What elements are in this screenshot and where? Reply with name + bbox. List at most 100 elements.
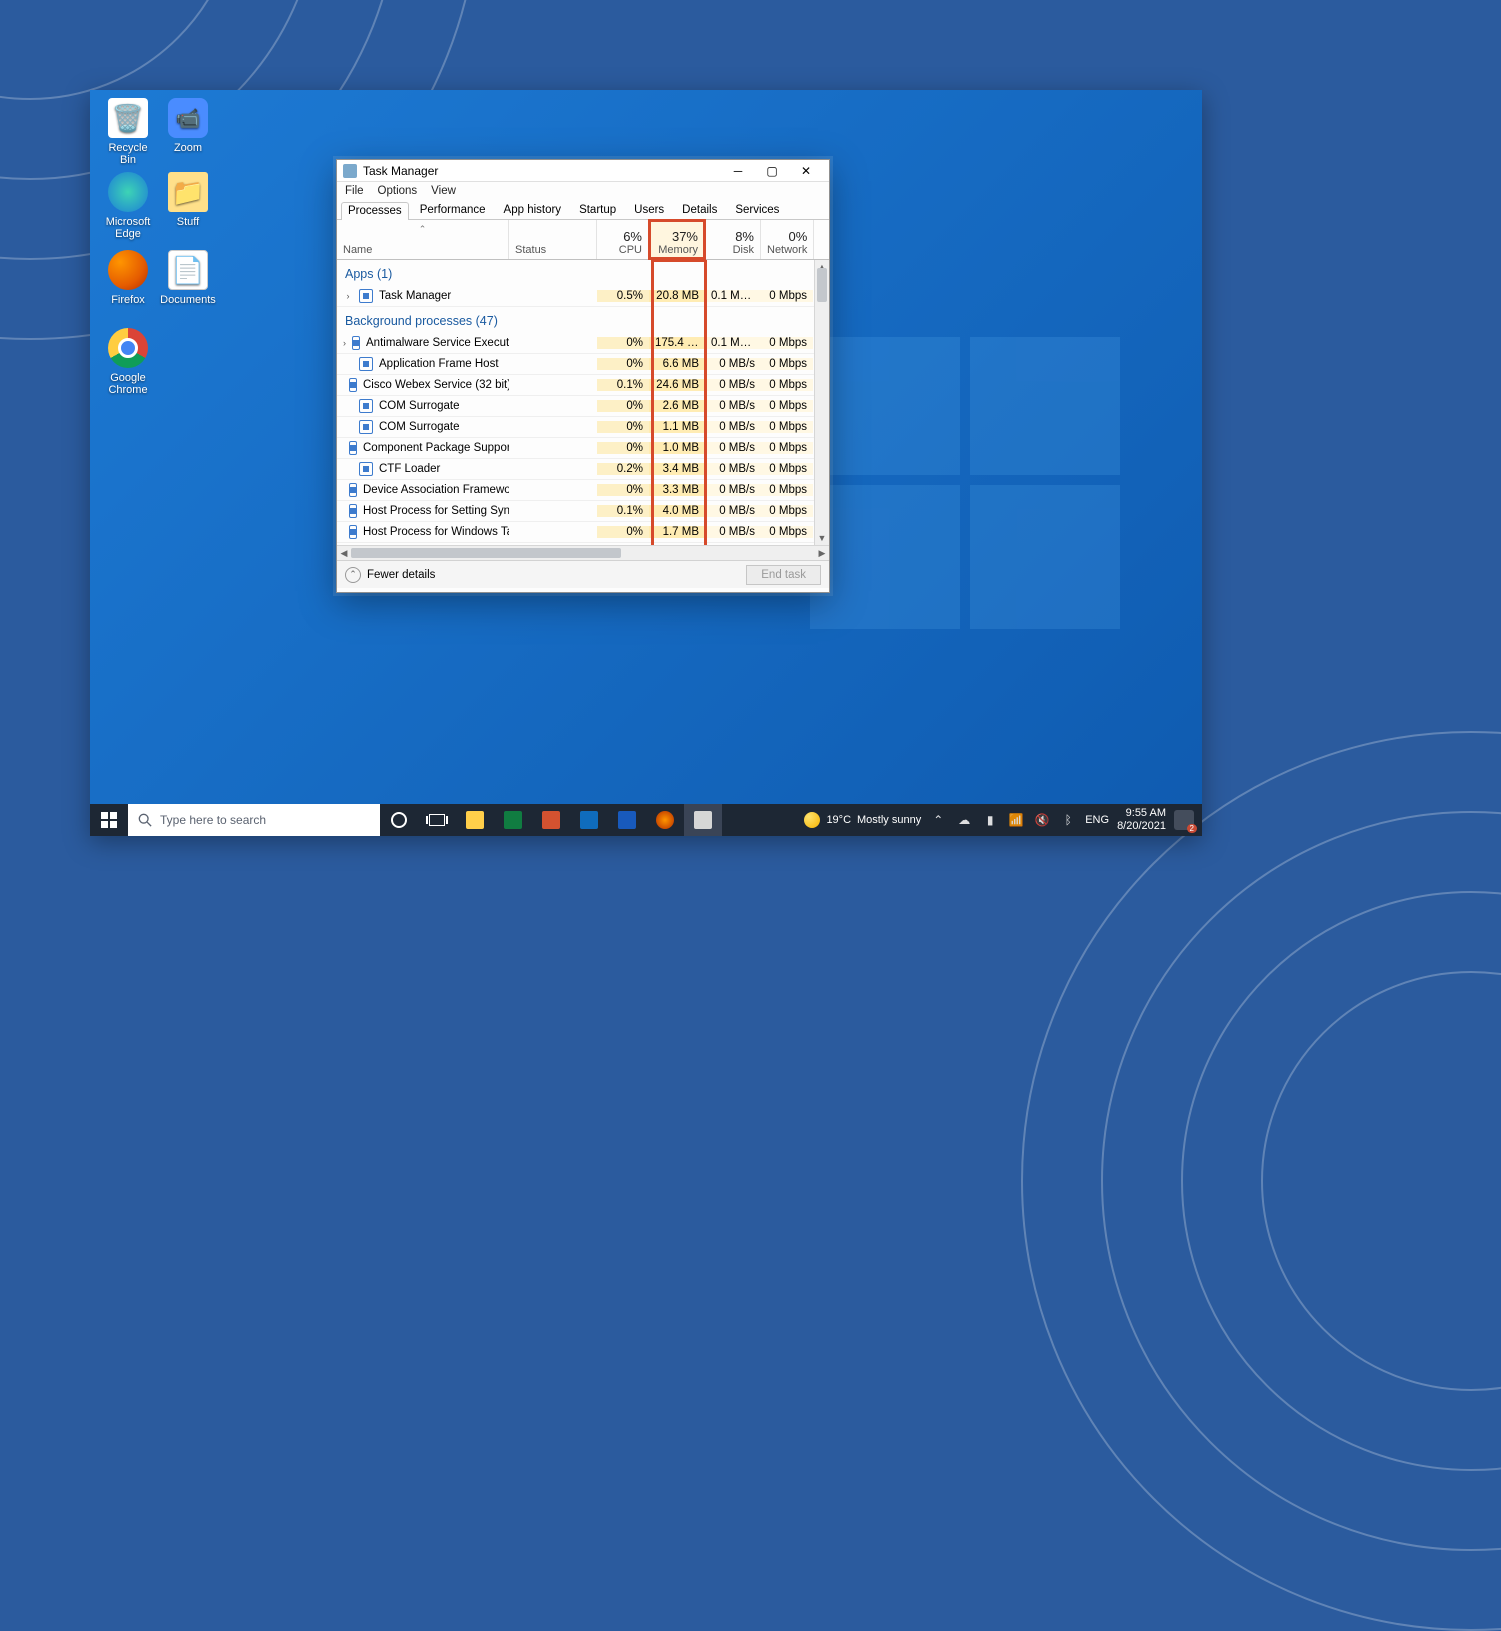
desktop-icon-documents[interactable]: 📄Documents: [160, 250, 216, 306]
col-network[interactable]: 0%Network: [761, 220, 814, 259]
cell-cpu: 0%: [597, 358, 649, 370]
tab-services[interactable]: Services: [728, 201, 786, 219]
fewer-details-toggle[interactable]: ⌃Fewer details: [345, 567, 435, 583]
col-name[interactable]: ⌃Name: [337, 220, 509, 259]
expand-chevron-icon[interactable]: ›: [343, 338, 346, 348]
process-icon: [352, 336, 360, 350]
process-row[interactable]: COM Surrogate0%2.6 MB0 MB/s0 Mbps: [337, 396, 829, 417]
cell-memory: 1.1 MB: [649, 421, 705, 433]
vertical-scrollbar[interactable]: ▲▼: [814, 260, 829, 545]
windows-logo-wallpaper: [810, 337, 1120, 629]
search-placeholder: Type here to search: [160, 813, 266, 827]
tab-startup[interactable]: Startup: [572, 201, 623, 219]
start-button[interactable]: [90, 804, 128, 836]
cell-disk: 0 MB/s: [705, 505, 761, 517]
cell-disk: 0 MB/s: [705, 421, 761, 433]
taskbar-firefox[interactable]: [646, 804, 684, 836]
process-row[interactable]: Device Association Framework ...0%3.3 MB…: [337, 480, 829, 501]
process-row[interactable]: ›Task Manager0.5%20.8 MB0.1 MB/s0 Mbps: [337, 286, 829, 307]
process-icon: [359, 289, 373, 303]
process-row[interactable]: COM Surrogate0%1.1 MB0 MB/s0 Mbps: [337, 417, 829, 438]
group-header[interactable]: Background processes (47): [337, 307, 829, 333]
cell-cpu: 0.5%: [597, 290, 649, 302]
desktop-icon-chrome[interactable]: Google Chrome: [100, 328, 156, 396]
column-headers: ⌃Name Status 6%CPU 37%Memory 8%Disk 0%Ne…: [337, 220, 829, 260]
tab-processes[interactable]: Processes: [341, 202, 409, 220]
col-cpu[interactable]: 6%CPU: [597, 220, 649, 259]
horizontal-scrollbar[interactable]: ◀▶: [337, 545, 829, 560]
end-task-button[interactable]: End task: [746, 565, 821, 585]
process-icon: [349, 525, 357, 539]
cell-cpu: 0%: [597, 442, 649, 454]
desktop-icon-stuff[interactable]: 📁Stuff: [160, 172, 216, 228]
tab-performance[interactable]: Performance: [413, 201, 493, 219]
cell-network: 0 Mbps: [761, 526, 813, 538]
process-row[interactable]: Cisco Webex Service (32 bit)0.1%24.6 MB0…: [337, 375, 829, 396]
tray-chevron-icon[interactable]: ⌃: [929, 811, 947, 829]
tray-language[interactable]: ENG: [1085, 814, 1109, 826]
process-row[interactable]: Host Process for Windows Tasks0%1.7 MB0 …: [337, 522, 829, 543]
taskbar-excel[interactable]: [494, 804, 532, 836]
tray-clock[interactable]: 9:55 AM 8/20/2021: [1117, 807, 1166, 832]
close-button[interactable]: ✕: [789, 160, 823, 182]
cell-disk: 0 MB/s: [705, 526, 761, 538]
taskbar-powerpoint[interactable]: [532, 804, 570, 836]
process-name: COM Surrogate: [379, 421, 460, 433]
system-tray: 19°C Mostly sunny ⌃ ☁ ▮ 📶 🔇 ᛒ ENG 9:55 A…: [796, 804, 1202, 836]
weather-widget[interactable]: 19°C Mostly sunny: [804, 812, 921, 828]
process-row[interactable]: ›Antimalware Service Executable0%175.4 M…: [337, 333, 829, 354]
tab-users[interactable]: Users: [627, 201, 671, 219]
tab-app-history[interactable]: App history: [497, 201, 569, 219]
cell-network: 0 Mbps: [761, 505, 813, 517]
col-memory[interactable]: 37%Memory: [649, 220, 705, 259]
cell-memory: 3.3 MB: [649, 484, 705, 496]
desktop-icon-firefox[interactable]: Firefox: [100, 250, 156, 306]
cell-disk: 0 MB/s: [705, 379, 761, 391]
col-status[interactable]: Status: [509, 220, 597, 259]
titlebar[interactable]: Task Manager ─ ▢ ✕: [337, 160, 829, 182]
task-manager-window: Task Manager ─ ▢ ✕ File Options View Pro…: [336, 159, 830, 593]
taskbar-outlook[interactable]: [570, 804, 608, 836]
tray-battery-icon[interactable]: ▮: [981, 811, 999, 829]
sun-icon: [804, 812, 820, 828]
cell-cpu: 0%: [597, 421, 649, 433]
taskbar-explorer[interactable]: [456, 804, 494, 836]
process-row[interactable]: CTF Loader0.2%3.4 MB0 MB/s0 Mbps: [337, 459, 829, 480]
tray-onedrive-icon[interactable]: ☁: [955, 811, 973, 829]
minimize-button[interactable]: ─: [721, 160, 755, 182]
maximize-button[interactable]: ▢: [755, 160, 789, 182]
tray-volume-icon[interactable]: 🔇: [1033, 811, 1051, 829]
menu-options[interactable]: Options: [378, 185, 418, 197]
action-center-button[interactable]: 2: [1174, 810, 1194, 830]
process-row[interactable]: Application Frame Host0%6.6 MB0 MB/s0 Mb…: [337, 354, 829, 375]
menu-file[interactable]: File: [345, 185, 364, 197]
process-icon: [359, 399, 373, 413]
cell-network: 0 Mbps: [761, 484, 813, 496]
col-disk[interactable]: 8%Disk: [705, 220, 761, 259]
desktop-icon-edge[interactable]: Microsoft Edge: [100, 172, 156, 240]
process-icon: [349, 441, 357, 455]
process-name: Task Manager: [379, 290, 451, 302]
menu-view[interactable]: View: [431, 185, 456, 197]
tray-wifi-icon[interactable]: 📶: [1007, 811, 1025, 829]
cell-disk: 0 MB/s: [705, 400, 761, 412]
tab-details[interactable]: Details: [675, 201, 724, 219]
task-view-button[interactable]: [418, 804, 456, 836]
cell-cpu: 0%: [597, 526, 649, 538]
process-name: COM Surrogate: [379, 400, 460, 412]
desktop-icon-recycle-bin[interactable]: 🗑️Recycle Bin: [100, 98, 156, 166]
search-input[interactable]: Type here to search: [128, 804, 380, 836]
process-icon: [349, 378, 357, 392]
taskbar-task-manager[interactable]: [684, 804, 722, 836]
process-name: Application Frame Host: [379, 358, 499, 370]
group-header[interactable]: Apps (1): [337, 260, 829, 286]
cell-disk: 0.1 MB/s: [705, 337, 761, 349]
process-row[interactable]: Host Process for Setting Synchr...0.1%4.…: [337, 501, 829, 522]
tray-bluetooth-icon[interactable]: ᛒ: [1059, 811, 1077, 829]
cortana-button[interactable]: [380, 804, 418, 836]
expand-chevron-icon[interactable]: ›: [343, 291, 353, 301]
taskbar-word[interactable]: [608, 804, 646, 836]
cell-memory: 20.8 MB: [649, 290, 705, 302]
process-row[interactable]: Component Package Support S...0%1.0 MB0 …: [337, 438, 829, 459]
desktop-icon-zoom[interactable]: 📹Zoom: [160, 98, 216, 154]
